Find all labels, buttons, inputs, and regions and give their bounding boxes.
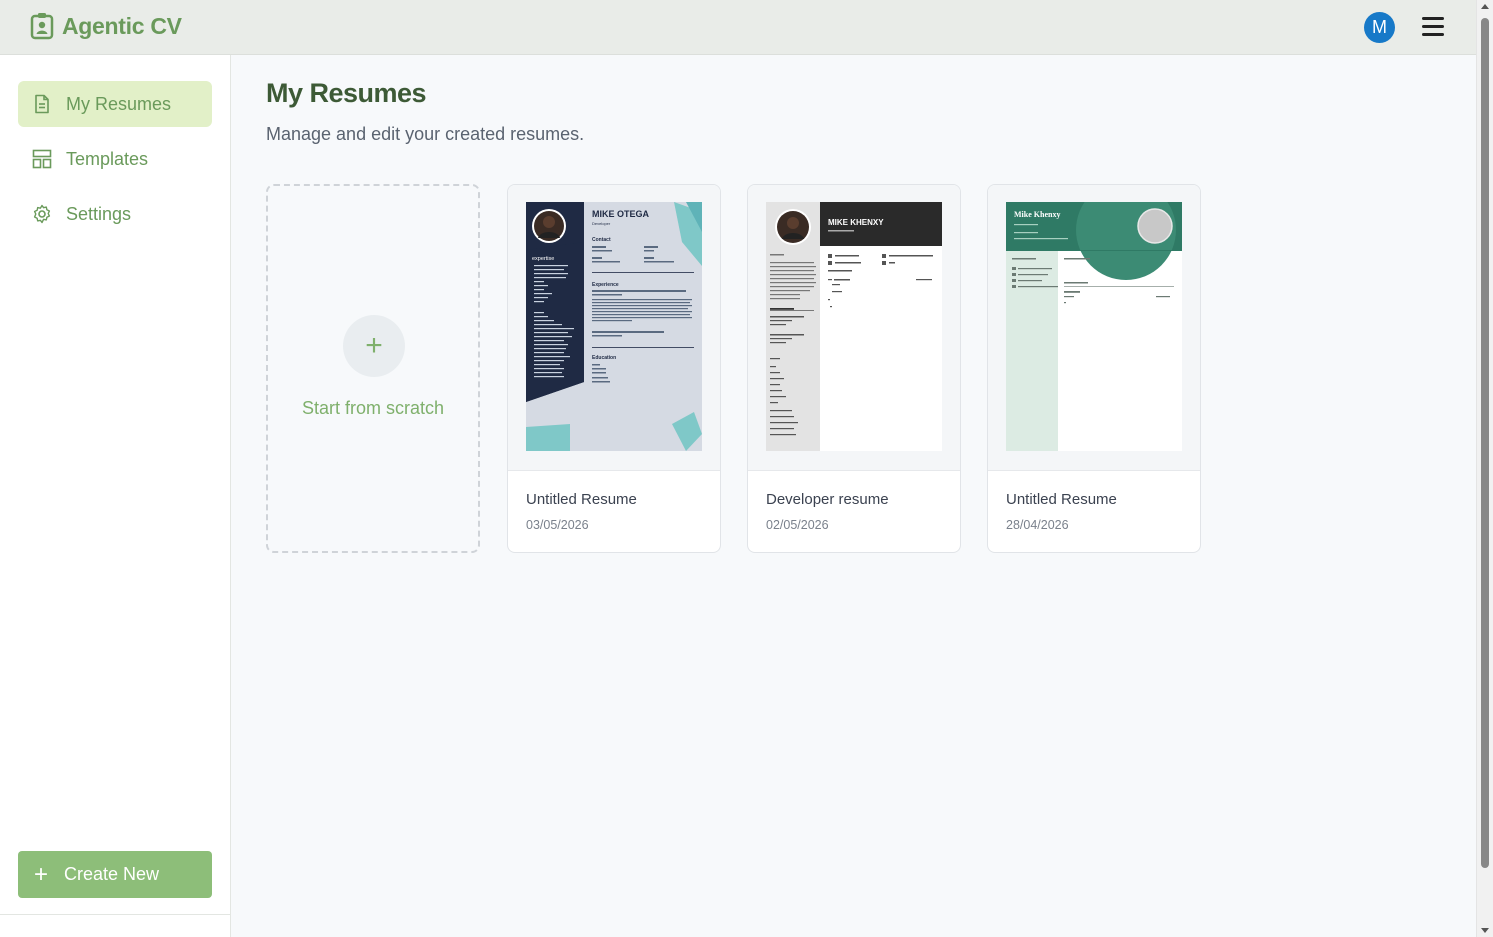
preview-heading: Experience <box>592 282 619 288</box>
resume-preview-area: MIKE OTEGA Developer Contact Experience <box>508 185 720 471</box>
resume-thumbnail: Mike Khenxy <box>1006 202 1182 451</box>
resume-date: 28/04/2026 <box>1006 518 1069 532</box>
scrollbar[interactable] <box>1476 0 1493 937</box>
sidebar-item-label: Templates <box>66 148 149 169</box>
plus-icon: + <box>343 315 405 377</box>
page-subtitle: Manage and edit your created resumes. <box>266 124 585 144</box>
avatar-initial: M <box>1372 17 1387 37</box>
resume-card[interactable]: MIKE KHENXY Developer resume 02/05/2026 <box>747 184 961 553</box>
start-from-scratch-label: Start from scratch <box>301 398 445 418</box>
badge-icon <box>30 13 54 40</box>
page-title: My Resumes <box>266 78 427 108</box>
layout-icon <box>32 149 52 169</box>
resume-date: 02/05/2026 <box>766 518 829 532</box>
resume-preview-image: MIKE KHENXY <box>766 202 942 451</box>
menu-icon[interactable] <box>1422 17 1444 37</box>
sidebar: My Resumes Templates Settings + Create N… <box>0 55 231 937</box>
resume-card[interactable]: MIKE OTEGA Developer Contact Experience <box>507 184 721 553</box>
top-bar: Agentic CV M <box>0 0 1476 55</box>
sidebar-item-templates[interactable]: Templates <box>18 136 212 182</box>
sidebar-item-my-resumes[interactable]: My Resumes <box>18 81 212 127</box>
scroll-thumb[interactable] <box>1481 18 1489 868</box>
app-name: Agentic CV <box>62 12 182 39</box>
resume-preview-image: Mike Khenxy <box>1006 202 1182 451</box>
scroll-up-arrow[interactable] <box>1481 4 1489 9</box>
preview-heading: Education <box>592 355 616 361</box>
create-new-label: Create New <box>64 864 160 884</box>
preview-name: Mike Khenxy <box>1014 210 1060 219</box>
preview-name: MIKE OTEGA <box>592 209 650 219</box>
preview-heading: expertise <box>532 256 554 262</box>
resume-preview-area: Mike Khenxy <box>988 185 1200 471</box>
gear-icon <box>33 204 51 224</box>
resume-thumbnail: MIKE KHENXY <box>766 202 942 451</box>
app-logo[interactable]: Agentic CV <box>30 12 182 40</box>
resume-card[interactable]: Mike Khenxy Untitled Resume 28/04/2026 <box>987 184 1201 553</box>
preview-role: Developer <box>592 221 611 226</box>
plus-icon: + <box>34 860 49 888</box>
start-from-scratch-card[interactable]: + Start from scratch <box>266 184 480 553</box>
resume-thumbnail: MIKE OTEGA Developer Contact Experience <box>526 202 702 451</box>
resume-name: Untitled Resume <box>1006 491 1117 508</box>
scroll-down-arrow[interactable] <box>1481 928 1489 933</box>
menu-line <box>1422 17 1444 20</box>
sidebar-item-label: Settings <box>66 203 132 224</box>
menu-line <box>1422 33 1444 36</box>
preview-heading: Contact <box>592 237 611 243</box>
menu-line <box>1422 25 1444 28</box>
user-avatar[interactable]: M <box>1364 12 1395 43</box>
divider <box>0 914 231 915</box>
resume-preview-area: MIKE KHENXY <box>748 185 960 471</box>
resume-date: 03/05/2026 <box>526 518 589 532</box>
create-new-button[interactable]: + Create New <box>18 851 212 898</box>
document-icon <box>35 94 49 114</box>
preview-name: MIKE KHENXY <box>828 218 884 227</box>
sidebar-item-settings[interactable]: Settings <box>18 191 212 237</box>
resume-name: Developer resume <box>766 491 889 508</box>
resume-name: Untitled Resume <box>526 491 637 508</box>
sidebar-item-label: My Resumes <box>66 93 172 114</box>
resume-preview-image: MIKE OTEGA Developer Contact Experience <box>526 202 702 451</box>
